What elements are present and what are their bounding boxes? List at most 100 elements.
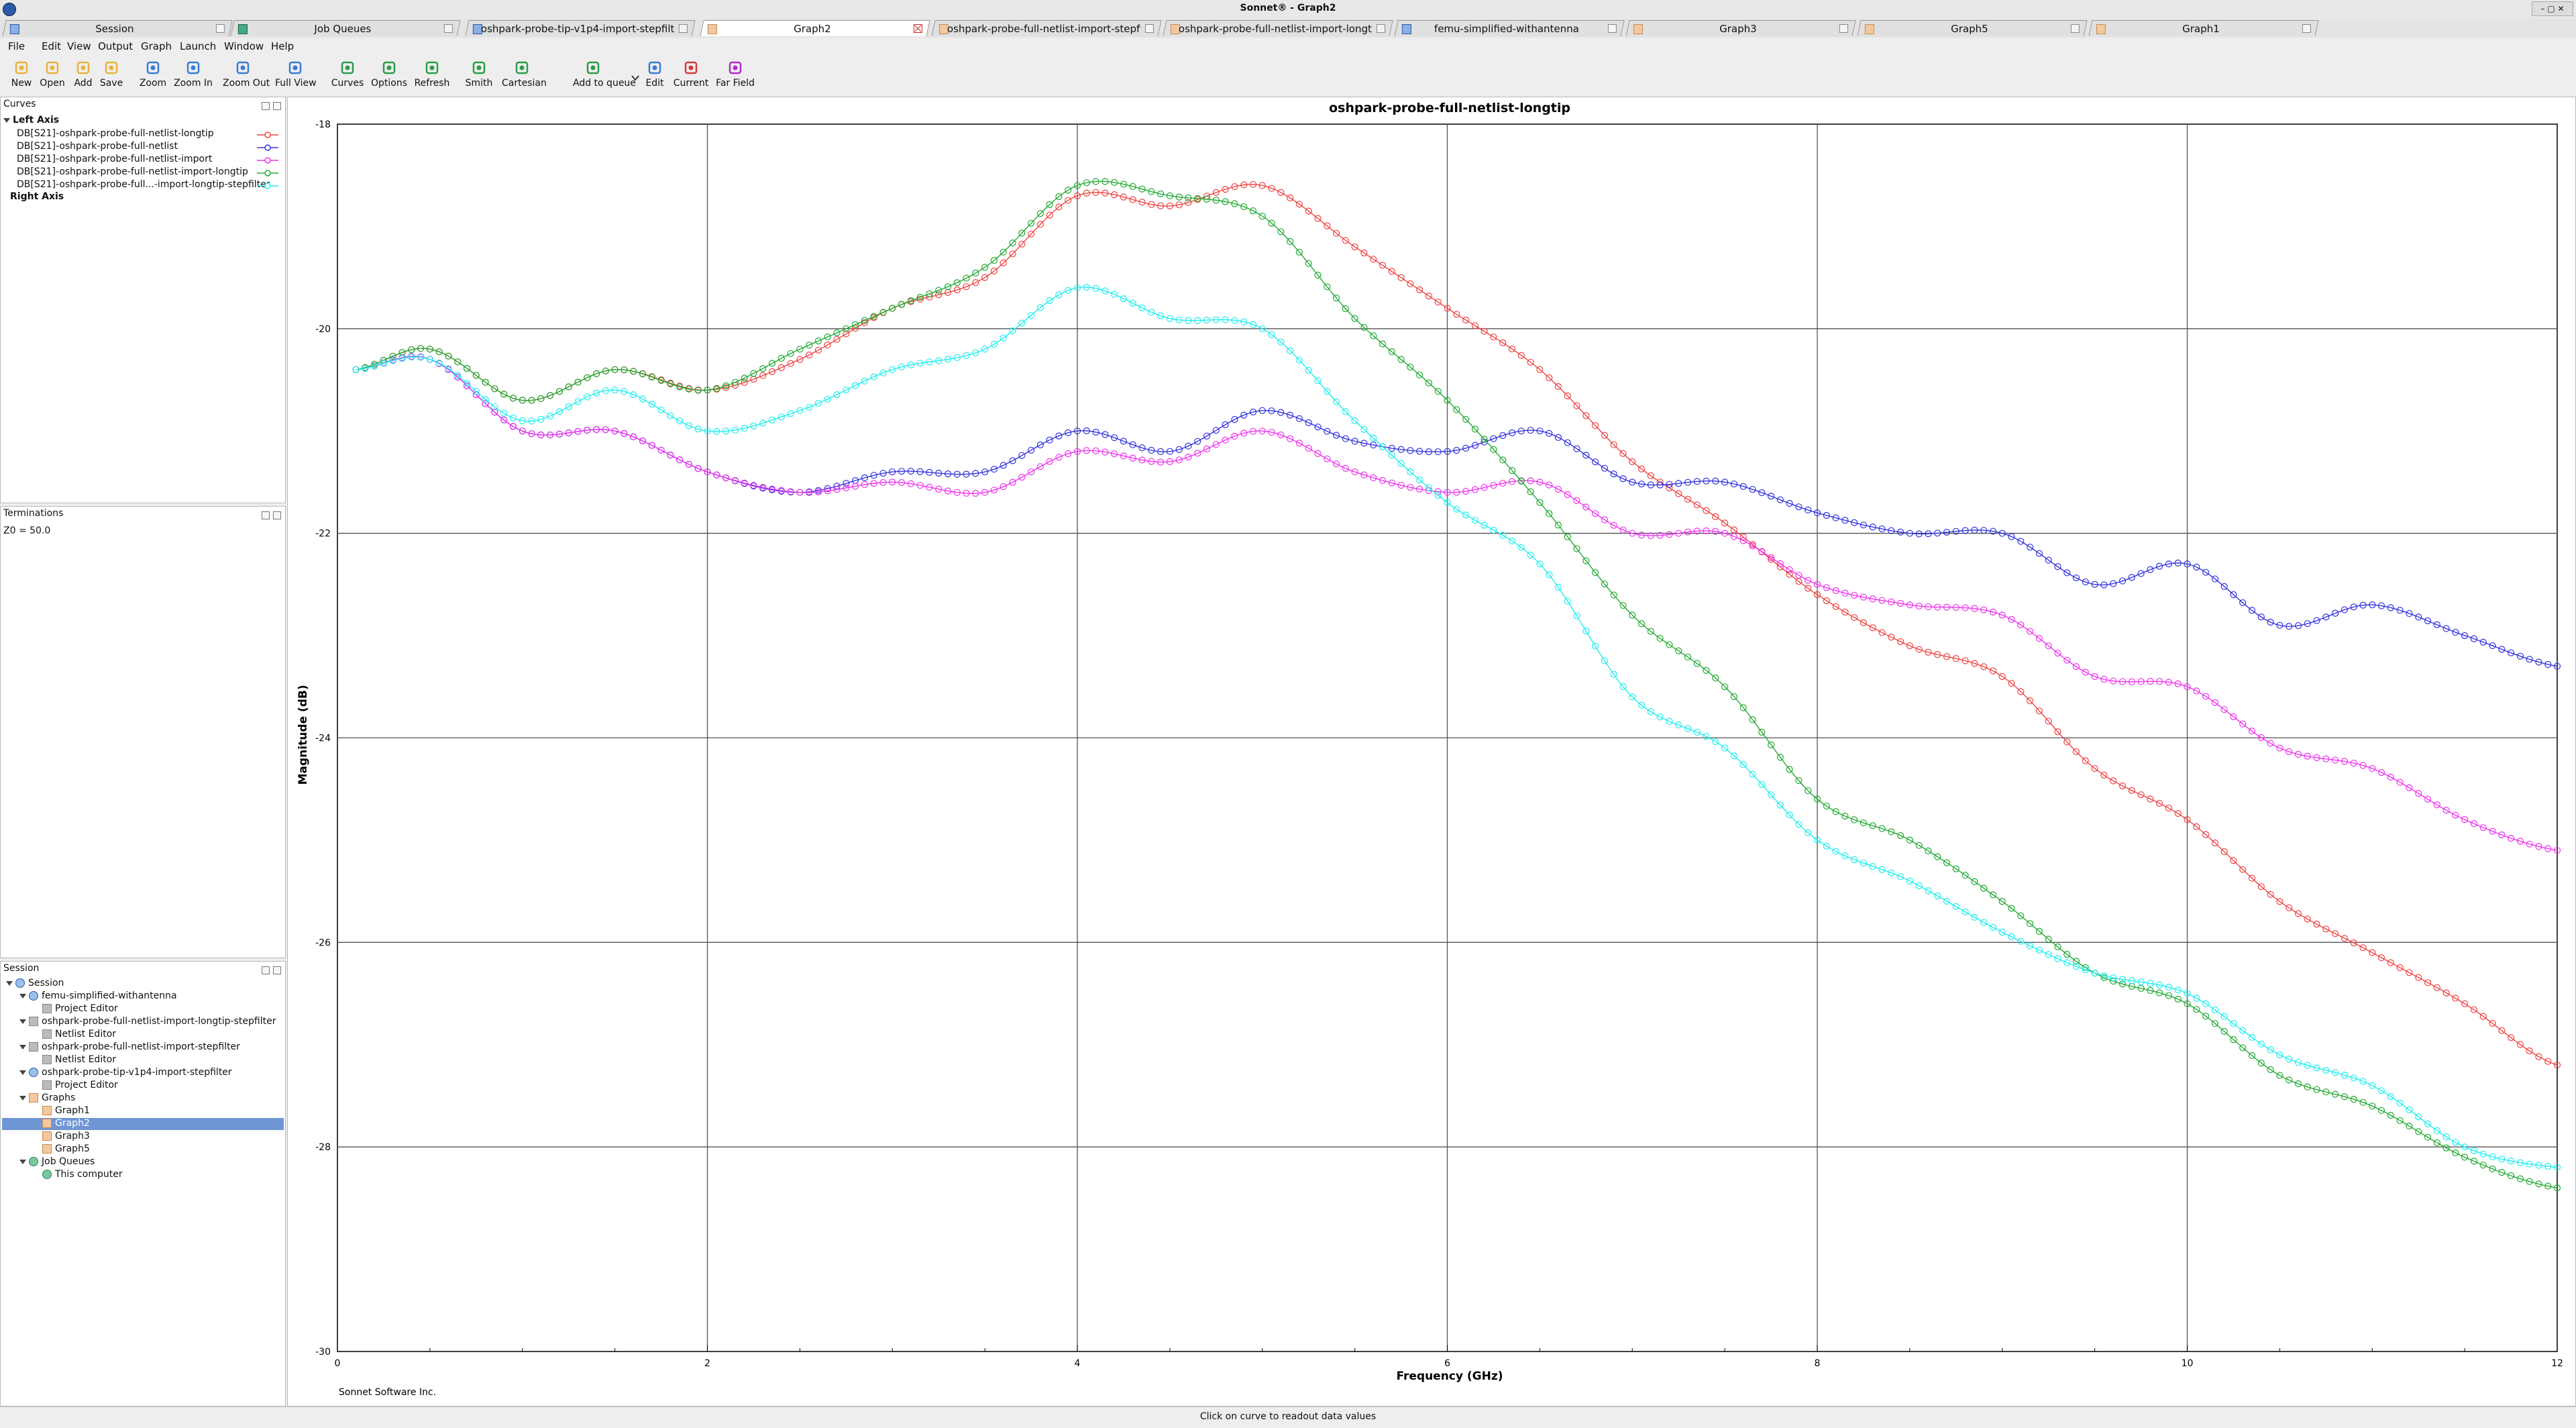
current-button[interactable]: Current [671, 60, 711, 95]
curve-item[interactable]: DB[S21]-oshpark-probe-full-netlist-longt… [17, 128, 285, 139]
menu-help[interactable]: Help [271, 40, 294, 52]
tab-graph2[interactable]: Graph2 [700, 20, 930, 36]
menu-output[interactable]: Output [98, 40, 133, 52]
panel-float-icon[interactable] [262, 966, 270, 974]
tab-close-icon[interactable] [1839, 24, 1848, 33]
expand-icon[interactable] [19, 993, 26, 999]
tab-graph3[interactable]: Graph3 [1625, 20, 1856, 36]
session-tree-item[interactable]: Job Queues [2, 1156, 284, 1168]
session-tree-item[interactable]: Project Editor [2, 1003, 284, 1015]
curve-item[interactable]: DB[S21]-oshpark-probe-full-netlist-impor… [17, 166, 285, 177]
refresh-button[interactable]: Refresh [412, 60, 452, 95]
expand-icon[interactable] [3, 117, 10, 123]
curve-label: DB[S21]-oshpark-probe-full-netlist-longt… [17, 128, 214, 139]
editor-icon [42, 1029, 52, 1039]
menu-edit[interactable]: Edit [42, 40, 61, 52]
session-tree-item[interactable]: oshpark-probe-full-netlist-import-stepfi… [2, 1041, 284, 1054]
menu-graph[interactable]: Graph [141, 40, 172, 52]
session-tree-item[interactable]: Graph2 [2, 1118, 284, 1130]
x-tick-label: 12 [2551, 1358, 2563, 1369]
tab-close-icon[interactable] [1144, 24, 1154, 33]
s21-magnitude-chart[interactable]: oshpark-probe-full-netlist-longtip 0 2 4 6 8… [288, 97, 2575, 1406]
menu-window[interactable]: Window [224, 40, 264, 52]
tab-oshpark-probe-full-netlist-import-longtip-stepfilter[interactable]: oshpark-probe-full-netlist-import-longti… [1163, 20, 1393, 36]
panel-close-icon[interactable] [273, 966, 281, 974]
tab-close-icon[interactable] [2070, 24, 2080, 33]
panel-float-icon[interactable] [262, 102, 270, 110]
save-button[interactable]: Save [91, 60, 131, 95]
session-tree-item[interactable]: femu-simplified-withantenna [2, 990, 284, 1003]
tab-close-icon[interactable] [2302, 24, 2311, 33]
tab-oshpark-probe-full-netlist-import-stepfilter[interactable]: oshpark-probe-full-netlist-import-stepfi… [931, 20, 1162, 36]
session-tree-item[interactable]: Graph3 [2, 1131, 284, 1143]
menu-bar: File Edit View Output Graph Launch Windo… [0, 38, 2576, 54]
tab-graph1[interactable]: Graph1 [2088, 20, 2319, 36]
session-tree-item[interactable]: Netlist Editor [2, 1029, 284, 1041]
zoom-in-button[interactable]: Zoom In [173, 60, 213, 95]
tab-close-icon[interactable] [215, 24, 225, 33]
session-tree-item[interactable]: Graphs [2, 1092, 284, 1105]
session-panel-header: Session [3, 963, 285, 978]
smith-chart-icon [472, 60, 486, 75]
graph-icon [42, 1144, 52, 1154]
y-axis-label: Magnitude (dB) [297, 685, 310, 785]
tab-session[interactable]: Session [2, 20, 233, 36]
panel-close-icon[interactable] [273, 511, 281, 519]
expand-icon[interactable] [19, 1095, 26, 1101]
options-button[interactable]: Options [369, 60, 409, 95]
menu-launch[interactable]: Launch [180, 40, 216, 52]
right-axis-node[interactable]: Right Axis [10, 191, 64, 202]
curves-button[interactable]: Curves [327, 60, 368, 95]
refresh-icon [425, 60, 439, 75]
tab-job-queues[interactable]: Job Queues [230, 20, 461, 36]
expand-icon[interactable] [19, 1019, 26, 1024]
x-tick-label: 8 [1815, 1358, 1821, 1369]
full-view-button[interactable]: Full View [275, 60, 317, 95]
curve-item[interactable]: DB[S21]-oshpark-probe-full-netlist-impor… [17, 154, 285, 164]
session-tree-item[interactable]: oshpark-probe-full-netlist-import-longti… [2, 1016, 284, 1028]
far-field-button[interactable]: Far Field [715, 60, 755, 95]
terminations-panel-header: Terminations [3, 508, 285, 523]
edit-button[interactable]: Edit [635, 60, 675, 95]
toolbar-button-label: Edit [645, 78, 664, 89]
graph-panel: oshpark-probe-full-netlist-longtip 0 2 4 6 8… [287, 97, 2576, 1407]
menu-file[interactable]: File [8, 40, 25, 52]
curve-item[interactable]: DB[S21]-oshpark-probe-full...-import-lon… [17, 179, 285, 190]
session-tree-item[interactable]: Graph1 [2, 1105, 284, 1117]
tab-graph5[interactable]: Graph5 [1857, 20, 2088, 36]
session-tree-item[interactable]: Project Editor [2, 1080, 284, 1092]
tab-close-icon[interactable] [1376, 24, 1385, 33]
zoom-button[interactable]: Zoom [133, 60, 173, 95]
expand-icon[interactable] [6, 980, 13, 986]
panel-float-icon[interactable] [262, 511, 270, 519]
session-tree-item[interactable]: Graph5 [2, 1143, 284, 1156]
tab-close-icon[interactable] [678, 24, 688, 33]
tab-oshpark-probe-tip-v1p4-import-stepfilter[interactable]: oshpark-probe-tip-v1p4-import-stepfilter [465, 20, 696, 36]
session-tree-item[interactable]: oshpark-probe-tip-v1p4-import-stepfilter [2, 1067, 284, 1079]
tab-close-icon[interactable] [1607, 24, 1617, 33]
expand-icon[interactable] [19, 1044, 26, 1050]
menu-view[interactable]: View [67, 40, 91, 52]
save-icon [104, 60, 119, 75]
session-tree-item[interactable]: Session [2, 978, 284, 990]
smith-button[interactable]: Smith [459, 60, 499, 95]
status-text: Click on curve to readout data values [1199, 1411, 1377, 1422]
panel-close-icon[interactable] [273, 102, 281, 110]
session-tree-label: This computer [55, 1169, 123, 1180]
toolbar-button-label: Options [370, 78, 408, 89]
cartesian-button[interactable]: Cartesian [502, 60, 547, 95]
window-controls[interactable]: – ▢ ✕ [2532, 1, 2573, 16]
curve-item[interactable]: DB[S21]-oshpark-probe-full-netlist [17, 141, 285, 152]
expand-icon[interactable] [19, 1070, 26, 1075]
tab-femu-simplified-withantenna[interactable]: femu-simplified-withantenna [1394, 20, 1625, 36]
tab-close-icon[interactable] [913, 24, 922, 33]
session-tree-item[interactable]: Netlist Editor [2, 1054, 284, 1066]
session-tree-item[interactable]: This computer [2, 1169, 284, 1181]
y-tick-label: -28 [315, 1142, 331, 1153]
queue-dropdown-chevron-icon[interactable] [631, 72, 640, 82]
expand-icon[interactable] [19, 1159, 26, 1164]
tab-close-icon[interactable] [443, 24, 453, 33]
left-axis-node[interactable]: Left Axis [3, 115, 59, 125]
zoom-out-button[interactable]: Zoom Out [223, 60, 270, 95]
add-to-queue-button[interactable]: Add to queue [573, 60, 636, 95]
